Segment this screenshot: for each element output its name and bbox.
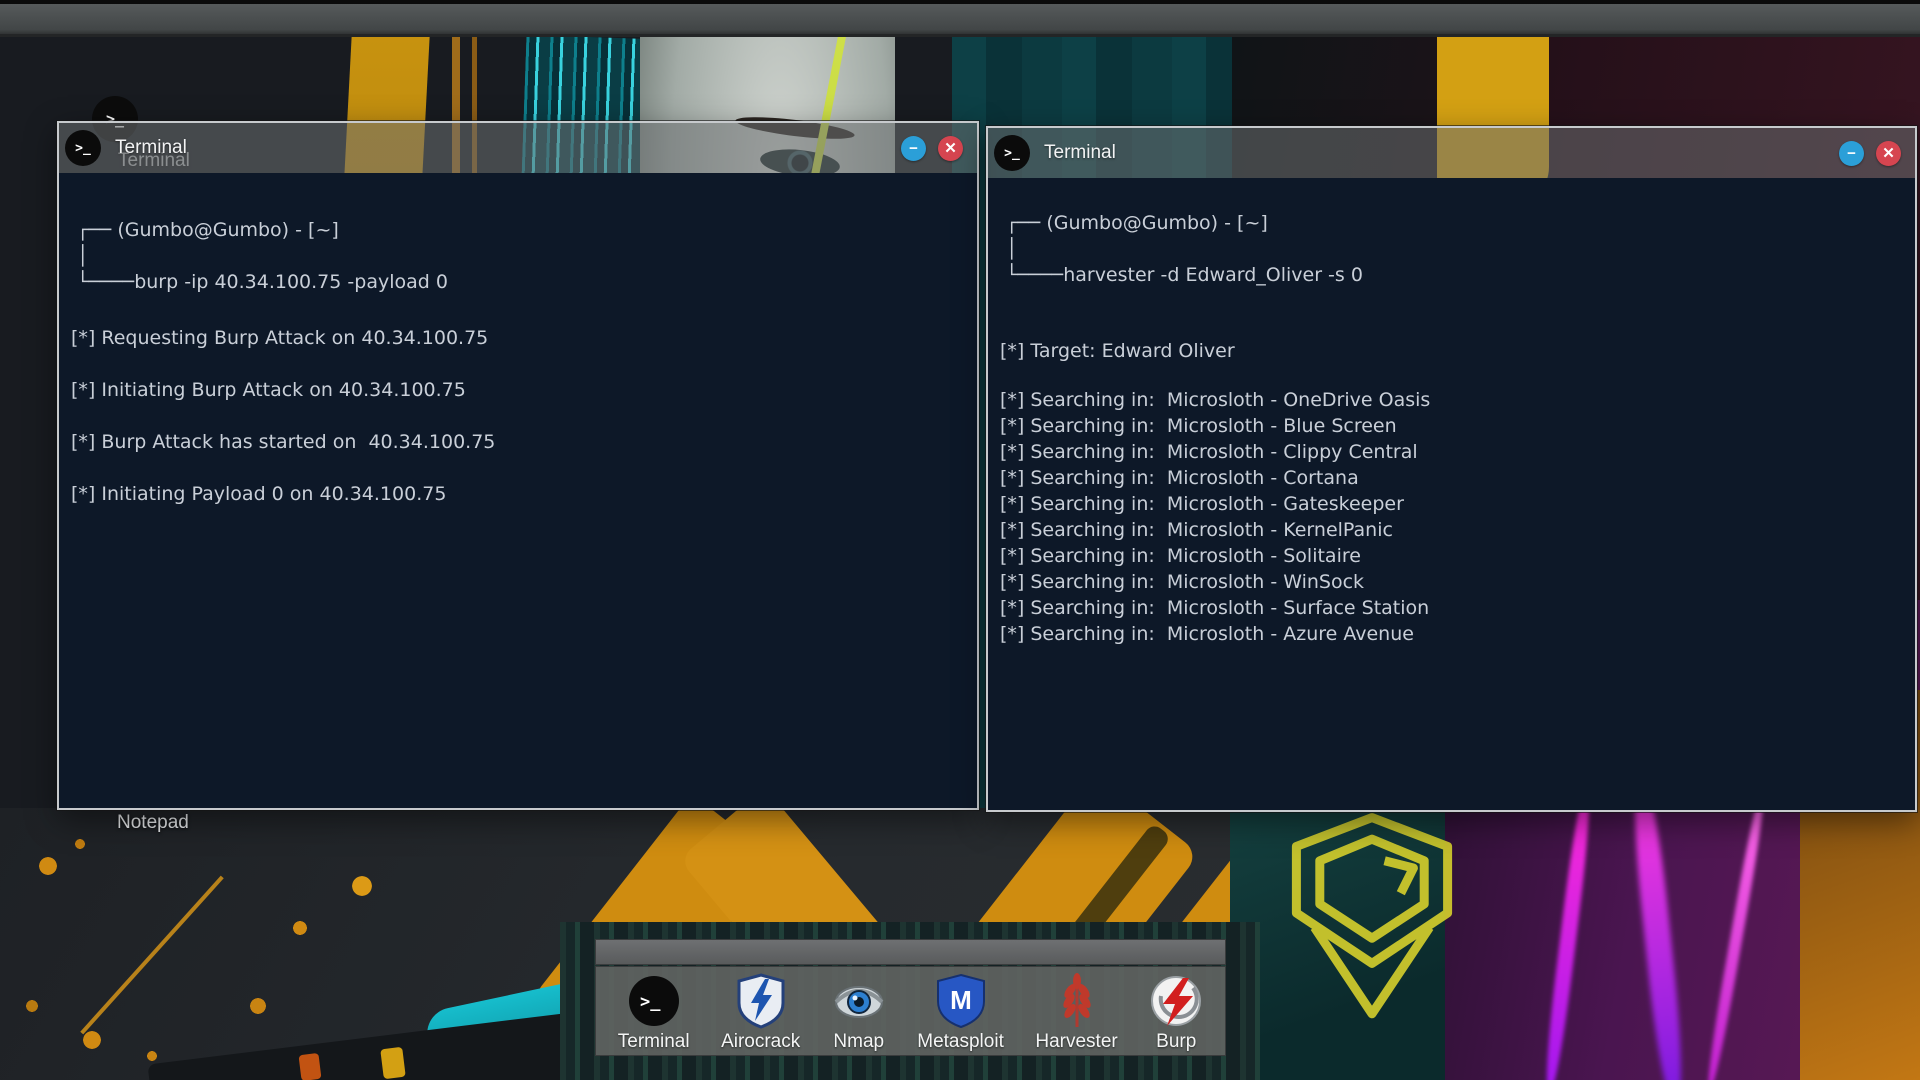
output-line: [*] Requesting Burp Attack on 40.34.100.… bbox=[71, 325, 967, 351]
taskbar-handle[interactable] bbox=[595, 939, 1226, 965]
output-line: [*] Initiating Payload 0 on 40.34.100.75 bbox=[71, 481, 967, 507]
command-line: └────harvester -d Edward_Oliver -s 0 bbox=[1000, 262, 1905, 288]
shell-prompt: ┌── (Gumbo@Gumbo) - [~] │ └────burp -ip … bbox=[71, 217, 967, 295]
taskbar-label: Airocrack bbox=[721, 1031, 800, 1053]
taskbar-item-airocrack[interactable]: Airocrack bbox=[721, 973, 800, 1053]
bg-belt-icon bbox=[380, 1047, 405, 1079]
shell-prompt: ┌── (Gumbo@Gumbo) - [~] │ └────harvester… bbox=[1000, 210, 1905, 288]
terminal-icon: >_ bbox=[994, 135, 1030, 171]
desktop: >_ Terminal Notepad >_ Terminal − ✕ ┌── … bbox=[0, 0, 1920, 1080]
output-line: [*] Burp Attack has started on 40.34.100… bbox=[71, 429, 967, 455]
harvester-icon bbox=[1050, 973, 1104, 1029]
terminal-icon: >_ bbox=[65, 130, 101, 166]
terminal-window-burp: >_ Terminal − ✕ ┌── (Gumbo@Gumbo) - [~] … bbox=[57, 121, 979, 810]
minimize-button[interactable]: − bbox=[901, 136, 926, 161]
notepad-shortcut-label[interactable]: Notepad bbox=[117, 812, 189, 834]
close-button[interactable]: ✕ bbox=[1876, 141, 1901, 166]
taskbar-item-metasploit[interactable]: M Metasploit bbox=[917, 973, 1004, 1053]
command-line: └────burp -ip 40.34.100.75 -payload 0 bbox=[71, 269, 967, 295]
terminal-window-harvester: >_ Terminal − ✕ ┌── (Gumbo@Gumbo) - [~] … bbox=[986, 126, 1917, 812]
svg-text:M: M bbox=[950, 985, 972, 1015]
terminal-glyph: >_ bbox=[1004, 146, 1020, 161]
prompt-line: ┌── (Gumbo@Gumbo) - [~] bbox=[71, 217, 967, 243]
output-line: [*] Searching in: Microsloth - Blue Scre… bbox=[1000, 413, 1905, 439]
prompt-line: │ bbox=[71, 243, 967, 269]
nmap-icon bbox=[832, 973, 886, 1029]
bg-hexagon-emblem bbox=[1282, 812, 1462, 1032]
taskbar-item-burp[interactable]: Burp bbox=[1149, 973, 1203, 1053]
taskbar-item-nmap[interactable]: Nmap bbox=[832, 973, 886, 1053]
terminal-output-area[interactable]: ┌── (Gumbo@Gumbo) - [~] │ └────burp -ip … bbox=[59, 173, 977, 808]
search-results: [*] Searching in: Microsloth - OneDrive … bbox=[1000, 387, 1905, 647]
titlebar[interactable]: >_ Terminal − ✕ bbox=[988, 128, 1915, 178]
taskbar-item-harvester[interactable]: Harvester bbox=[1035, 973, 1117, 1053]
top-system-bar bbox=[0, 0, 1920, 37]
taskbar-item-terminal[interactable]: >_ Terminal bbox=[618, 973, 690, 1053]
window-title: Terminal bbox=[1044, 142, 1116, 164]
window-title: Terminal bbox=[115, 137, 187, 159]
output-line: [*] Searching in: Microsloth - OneDrive … bbox=[1000, 387, 1905, 413]
bg-belt-icon bbox=[298, 1053, 321, 1080]
output-line: [*] Initiating Burp Attack on 40.34.100.… bbox=[71, 377, 967, 403]
output-line: [*] Searching in: Microsloth - Clippy Ce… bbox=[1000, 439, 1905, 465]
output-line: [*] Searching in: Microsloth - Cortana bbox=[1000, 465, 1905, 491]
output-line: [*] Searching in: Microsloth - Surface S… bbox=[1000, 595, 1905, 621]
terminal-glyph: >_ bbox=[75, 141, 91, 156]
taskbar-label: Terminal bbox=[618, 1031, 690, 1053]
metasploit-icon: M bbox=[934, 973, 988, 1029]
taskbar-label: Harvester bbox=[1035, 1031, 1117, 1053]
taskbar: >_ Terminal Airocrack bbox=[595, 966, 1226, 1056]
airocrack-icon bbox=[734, 973, 788, 1029]
close-button[interactable]: ✕ bbox=[938, 136, 963, 161]
terminal-icon: >_ bbox=[627, 973, 681, 1029]
terminal-output-area[interactable]: ┌── (Gumbo@Gumbo) - [~] │ └────harvester… bbox=[988, 178, 1915, 810]
output-line: [*] Searching in: Microsloth - Azure Ave… bbox=[1000, 621, 1905, 647]
output-line: [*] Target: Edward Oliver bbox=[1000, 338, 1905, 364]
output-line: [*] Searching in: Microsloth - Solitaire bbox=[1000, 543, 1905, 569]
output-line: [*] Searching in: Microsloth - Gateskeep… bbox=[1000, 491, 1905, 517]
prompt-line: │ bbox=[1000, 236, 1905, 262]
titlebar[interactable]: >_ Terminal − ✕ bbox=[59, 123, 977, 173]
prompt-line: ┌── (Gumbo@Gumbo) - [~] bbox=[1000, 210, 1905, 236]
minimize-button[interactable]: − bbox=[1839, 141, 1864, 166]
burp-icon bbox=[1149, 973, 1203, 1029]
taskbar-label: Nmap bbox=[833, 1031, 884, 1053]
taskbar-label: Burp bbox=[1156, 1031, 1196, 1053]
svg-text:>_: >_ bbox=[640, 992, 661, 1012]
taskbar-label: Metasploit bbox=[917, 1031, 1004, 1053]
output-line: [*] Searching in: Microsloth - KernelPan… bbox=[1000, 517, 1905, 543]
output-line: [*] Searching in: Microsloth - WinSock bbox=[1000, 569, 1905, 595]
